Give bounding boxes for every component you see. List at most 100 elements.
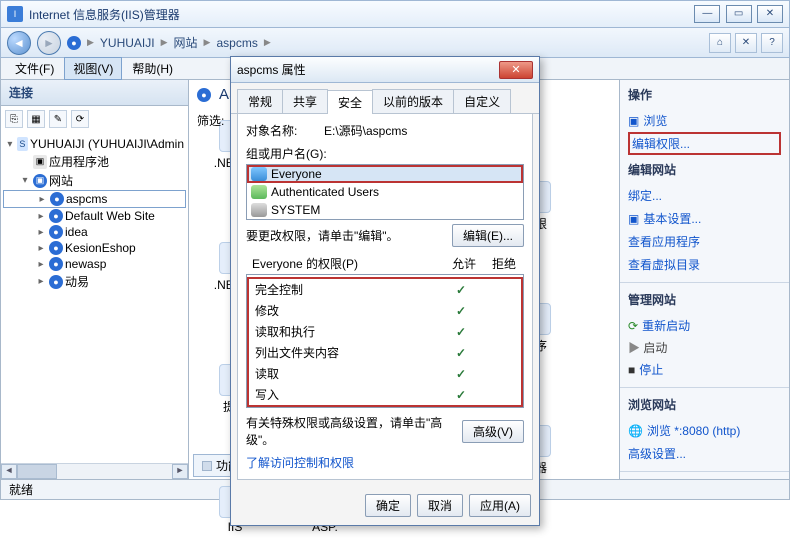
user-label: SYSTEM	[271, 203, 320, 217]
allow-check-icon: ✓	[441, 388, 481, 402]
tab-previous[interactable]: 以前的版本	[372, 89, 454, 113]
action-browse[interactable]: ▣浏览	[628, 109, 781, 132]
action-stop[interactable]: ■停止	[628, 358, 781, 381]
conn-tool-1[interactable]: ⎘	[5, 110, 23, 128]
learn-link[interactable]: 了解访问控制和权限	[246, 454, 524, 471]
user-system[interactable]: SYSTEM	[247, 201, 523, 219]
user-authenticated[interactable]: Authenticated Users	[247, 183, 523, 201]
perm-row: 读取✓	[249, 363, 521, 384]
menu-help[interactable]: 帮助(H)	[124, 58, 181, 79]
tree-site-kesion[interactable]: ▸● KesionEshop	[3, 240, 186, 256]
globe-icon: ●	[49, 275, 63, 289]
action-view-apps[interactable]: 查看应用程序	[628, 230, 781, 253]
action-advanced[interactable]: 高级设置...	[628, 442, 781, 465]
action-start[interactable]: ▶ 启动	[628, 337, 781, 358]
action-view-vdir[interactable]: 查看虚拟目录	[628, 253, 781, 276]
allow-check-icon: ✓	[441, 346, 481, 360]
crumb-sites[interactable]: 网站	[174, 34, 198, 51]
nav-help-button[interactable]: ?	[761, 33, 783, 53]
edit-button[interactable]: 编辑(E)...	[452, 224, 524, 247]
action-basic-settings[interactable]: ▣基本设置...	[628, 207, 781, 230]
globe-icon: ●	[197, 88, 211, 102]
conn-tool-2[interactable]: ▦	[27, 110, 45, 128]
tree-sites-label: 网站	[49, 172, 73, 189]
advanced-button[interactable]: 高级(V)	[462, 420, 524, 443]
deny-header: 拒绝	[484, 255, 524, 272]
perm-row: 写入✓	[249, 384, 521, 405]
user-everyone[interactable]: Everyone	[247, 165, 523, 183]
tree-server-node[interactable]: ▾S YUHUAIJI (YUHUAIJI\Admin	[3, 136, 186, 152]
action-restart[interactable]: ⟳重新启动	[628, 314, 781, 337]
allow-header: 允许	[444, 255, 484, 272]
action-bindings[interactable]: 绑定...	[628, 184, 781, 207]
crumb-root[interactable]: YUHUAIJI	[100, 36, 155, 50]
breadcrumb[interactable]: ● ▶ YUHUAIJI ▶ 网站 ▶ aspcms ▶	[67, 34, 275, 51]
site-label: aspcms	[66, 192, 107, 206]
site-label: KesionEshop	[65, 241, 136, 255]
user-label: Authenticated Users	[271, 185, 379, 199]
ok-button[interactable]: 确定	[365, 494, 411, 517]
window-titlebar: I Internet 信息服务(IIS)管理器 — ▭ ✕	[0, 0, 790, 28]
tree-site-idea[interactable]: ▸● idea	[3, 224, 186, 240]
status-text: 就绪	[9, 481, 33, 498]
conn-tool-4[interactable]: ⟳	[71, 110, 89, 128]
config-header: 配置	[620, 476, 789, 479]
menu-file[interactable]: 文件(F)	[7, 58, 62, 79]
menu-view[interactable]: 视图(V)	[64, 57, 122, 80]
tree-site-newasp[interactable]: ▸● newasp	[3, 256, 186, 272]
back-button[interactable]: ◄	[7, 31, 31, 55]
connections-header: 连接	[1, 80, 188, 106]
conn-tool-3[interactable]: ✎	[49, 110, 67, 128]
folder-icon: ▣	[33, 174, 47, 188]
close-button[interactable]: ✕	[757, 5, 783, 23]
allow-check-icon: ✓	[441, 304, 481, 318]
globe-icon: ●	[49, 257, 63, 271]
dialog-titlebar[interactable]: aspcms 属性 ✕	[231, 57, 539, 83]
filter-label: 筛选:	[197, 112, 224, 129]
forward-button[interactable]: ►	[37, 31, 61, 55]
connections-pane: 连接 ⎘ ▦ ✎ ⟳ ▾S YUHUAIJI (YUHUAIJI\Admin ▣…	[1, 80, 189, 479]
allow-check-icon: ✓	[441, 283, 481, 297]
crumb-site[interactable]: aspcms	[216, 36, 257, 50]
perm-row: 列出文件夹内容✓	[249, 342, 521, 363]
window-title: Internet 信息服务(IIS)管理器	[29, 6, 692, 23]
dialog-body: 对象名称: E:\源码\aspcms 组或用户名(G): Everyone Au…	[237, 114, 533, 480]
tree-sites-node[interactable]: ▾▣ 网站	[3, 171, 186, 190]
dialog-close-button[interactable]: ✕	[499, 61, 533, 79]
tab-custom[interactable]: 自定义	[453, 89, 511, 113]
nav-bar: ◄ ► ● ▶ YUHUAIJI ▶ 网站 ▶ aspcms ▶ ⌂ ✕ ?	[0, 28, 790, 58]
allow-check-icon: ✓	[441, 325, 481, 339]
site-label: Default Web Site	[65, 209, 155, 223]
grid-icon	[202, 461, 212, 471]
tab-share[interactable]: 共享	[282, 89, 328, 113]
globe-icon: ●	[49, 241, 63, 255]
pool-icon: ▣	[33, 155, 47, 169]
tab-general[interactable]: 常规	[237, 89, 283, 113]
site-label: 动易	[65, 273, 89, 290]
action-edit-permissions[interactable]: 编辑权限...	[628, 132, 781, 155]
tree-site-aspcms[interactable]: ▸● aspcms	[3, 190, 186, 208]
left-scrollbar[interactable]: ◄►	[1, 463, 188, 479]
permissions-listbox[interactable]: 完全控制✓ 修改✓ 读取和执行✓ 列出文件夹内容✓ 读取✓ 写入✓	[246, 274, 524, 408]
action-browse-8080[interactable]: 🌐浏览 *:8080 (http)	[628, 419, 781, 442]
edit-site-header: 编辑网站	[620, 157, 789, 182]
cancel-button[interactable]: 取消	[417, 494, 463, 517]
connections-tree: ▾S YUHUAIJI (YUHUAIJI\Admin ▣ 应用程序池 ▾▣ 网…	[1, 132, 188, 463]
tree-pool-label: 应用程序池	[49, 153, 109, 170]
user-label: Everyone	[271, 167, 322, 181]
users-icon	[251, 167, 267, 181]
nav-stop-button[interactable]: ✕	[735, 33, 757, 53]
tree-site-default[interactable]: ▸● Default Web Site	[3, 208, 186, 224]
tree-site-dongyi[interactable]: ▸● 动易	[3, 272, 186, 291]
tree-app-pool[interactable]: ▣ 应用程序池	[3, 152, 186, 171]
actions-pane: 操作 ▣浏览 编辑权限... 编辑网站 绑定... ▣基本设置... 查看应用程…	[619, 80, 789, 479]
minimize-button[interactable]: —	[694, 5, 720, 23]
users-icon	[251, 203, 267, 217]
users-listbox[interactable]: Everyone Authenticated Users SYSTEM	[246, 164, 524, 220]
tab-security[interactable]: 安全	[327, 90, 373, 114]
apply-button[interactable]: 应用(A)	[469, 494, 531, 517]
maximize-button[interactable]: ▭	[726, 5, 752, 23]
tree-server-label: YUHUAIJI (YUHUAIJI\Admin	[30, 137, 184, 151]
nav-home-button[interactable]: ⌂	[709, 33, 731, 53]
link-label: 启动	[643, 341, 667, 355]
